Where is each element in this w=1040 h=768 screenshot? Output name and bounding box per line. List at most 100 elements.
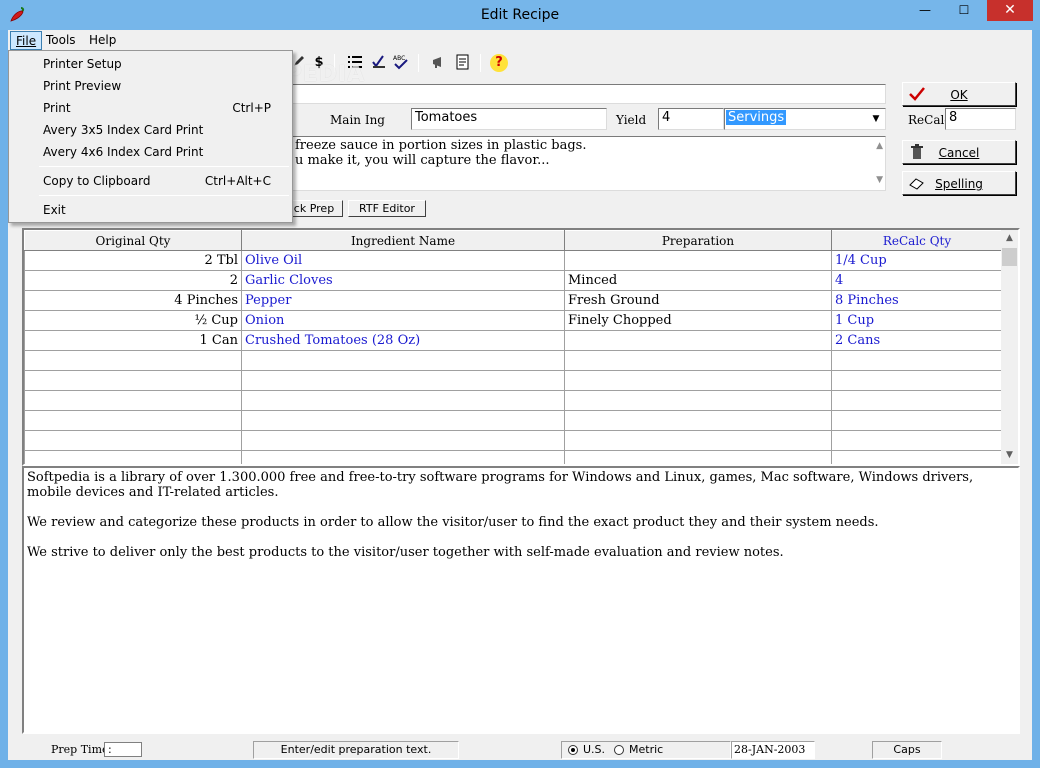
- cell-name[interactable]: [241, 430, 565, 451]
- quick-prep-button[interactable]: ck Prep: [285, 200, 343, 217]
- cell-prep[interactable]: Minced: [564, 270, 832, 291]
- menu-help[interactable]: Help: [84, 31, 121, 50]
- cell-prep[interactable]: [564, 350, 832, 371]
- menu-file[interactable]: File: [10, 31, 43, 50]
- cell-prep[interactable]: [564, 410, 832, 431]
- cell-prep[interactable]: Finely Chopped: [564, 310, 832, 331]
- cell-prep[interactable]: Fresh Ground: [564, 290, 832, 311]
- column-header-original-qty[interactable]: Original Qty: [24, 230, 242, 251]
- column-header-preparation[interactable]: Preparation: [564, 230, 832, 251]
- menu-item-avery-3x5[interactable]: Avery 3x5 Index Card Print: [10, 119, 291, 141]
- cancel-button[interactable]: Cancel: [902, 140, 1016, 164]
- table-row[interactable]: 2 Tbl Olive Oil 1/4 Cup: [24, 250, 1003, 271]
- table-row[interactable]: ½ Cup Onion Finely Chopped 1 Cup: [24, 310, 1003, 331]
- date-field[interactable]: 28-JAN-2003: [731, 741, 815, 759]
- menu-tools[interactable]: Tools: [41, 31, 81, 50]
- cell-name[interactable]: [241, 370, 565, 391]
- cell-name[interactable]: [241, 390, 565, 411]
- menu-item-avery-4x6[interactable]: Avery 4x6 Index Card Print: [10, 141, 291, 163]
- scroll-down-icon[interactable]: ▼: [1001, 447, 1018, 464]
- menu-item-exit[interactable]: Exit: [10, 199, 291, 221]
- table-row[interactable]: [24, 430, 1003, 451]
- spelling-button[interactable]: Spelling: [902, 171, 1016, 195]
- cell-recalc[interactable]: [831, 350, 1003, 371]
- column-header-recalc-qty[interactable]: ReCalc Qty: [831, 230, 1003, 251]
- cell-prep[interactable]: [564, 450, 832, 464]
- help-icon[interactable]: ?: [490, 54, 508, 72]
- cell-qty[interactable]: 2 Tbl: [24, 250, 242, 271]
- menu-item-print-preview[interactable]: Print Preview: [10, 75, 291, 97]
- metric-radio[interactable]: [614, 745, 624, 755]
- menu-item-print[interactable]: Print Ctrl+P: [10, 97, 291, 119]
- table-row[interactable]: 4 Pinches Pepper Fresh Ground 8 Pinches: [24, 290, 1003, 311]
- rtf-editor-button[interactable]: RTF Editor: [348, 200, 426, 217]
- cell-recalc[interactable]: 4: [831, 270, 1003, 291]
- cell-name[interactable]: [241, 350, 565, 371]
- main-ing-input[interactable]: Tomatoes: [411, 108, 607, 130]
- table-row[interactable]: [24, 410, 1003, 431]
- maximize-button[interactable]: ☐: [950, 0, 978, 21]
- grid-scrollbar[interactable]: ▲ ▼: [1001, 230, 1018, 464]
- recipe-title-input[interactable]: [291, 84, 886, 104]
- table-row[interactable]: 1 Can Crushed Tomatoes (28 Oz) 2 Cans: [24, 330, 1003, 351]
- cell-recalc[interactable]: 1 Cup: [831, 310, 1003, 331]
- cell-qty[interactable]: [24, 390, 242, 411]
- prep-time-input[interactable]: :: [104, 742, 142, 757]
- cell-qty[interactable]: [24, 430, 242, 451]
- cell-prep[interactable]: [564, 330, 832, 351]
- cell-recalc[interactable]: [831, 370, 1003, 391]
- cell-qty[interactable]: [24, 410, 242, 431]
- cell-qty[interactable]: [24, 350, 242, 371]
- table-row[interactable]: [24, 450, 1003, 464]
- cell-prep[interactable]: [564, 250, 832, 271]
- table-row[interactable]: [24, 350, 1003, 371]
- scroll-up-icon[interactable]: ▲: [1001, 230, 1018, 247]
- table-row[interactable]: [24, 370, 1003, 391]
- cell-name[interactable]: Crushed Tomatoes (28 Oz): [241, 330, 565, 351]
- cell-name[interactable]: Olive Oil: [241, 250, 565, 271]
- column-header-ingredient-name[interactable]: Ingredient Name: [241, 230, 565, 251]
- cell-recalc[interactable]: 8 Pinches: [831, 290, 1003, 311]
- cell-qty[interactable]: [24, 370, 242, 391]
- cell-qty[interactable]: 2: [24, 270, 242, 291]
- scroll-up-icon[interactable]: ▲: [876, 139, 883, 154]
- menu-item-printer-setup[interactable]: Printer Setup: [10, 53, 291, 75]
- us-radio[interactable]: [568, 745, 578, 755]
- cell-prep[interactable]: [564, 390, 832, 411]
- cell-recalc[interactable]: 2 Cans: [831, 330, 1003, 351]
- cell-prep[interactable]: [564, 430, 832, 451]
- scrollbar-thumb[interactable]: [1002, 248, 1017, 266]
- checklist-icon[interactable]: [370, 54, 388, 72]
- cell-name[interactable]: Onion: [241, 310, 565, 331]
- close-button[interactable]: ✕: [987, 0, 1033, 21]
- cell-name[interactable]: Pepper: [241, 290, 565, 311]
- cell-prep[interactable]: [564, 370, 832, 391]
- cell-qty[interactable]: 4 Pinches: [24, 290, 242, 311]
- megaphone-icon[interactable]: [430, 54, 448, 72]
- recalc-input[interactable]: 8: [945, 108, 1016, 130]
- cell-name[interactable]: Garlic Cloves: [241, 270, 565, 291]
- spellcheck-icon[interactable]: ABC: [392, 54, 410, 72]
- preparation-notes[interactable]: Softpedia is a library of over 1.300.000…: [22, 466, 1020, 734]
- table-row[interactable]: 2 Garlic Cloves Minced 4: [24, 270, 1003, 291]
- cell-qty[interactable]: ½ Cup: [24, 310, 242, 331]
- ingredients-grid[interactable]: Original Qty Ingredient Name Preparation…: [22, 228, 1020, 466]
- cell-recalc[interactable]: [831, 390, 1003, 411]
- document-icon[interactable]: [454, 54, 472, 72]
- cell-recalc[interactable]: 1/4 Cup: [831, 250, 1003, 271]
- yield-unit-select[interactable]: Servings ▼: [724, 108, 886, 130]
- chevron-down-icon[interactable]: ▼: [868, 110, 884, 128]
- table-row[interactable]: [24, 390, 1003, 411]
- title-bar[interactable]: Edit Recipe — ☐ ✕: [0, 0, 1040, 30]
- description-textarea[interactable]: freeze sauce in portion sizes in plastic…: [291, 136, 886, 191]
- ok-button[interactable]: OK: [902, 82, 1016, 106]
- cell-name[interactable]: [241, 450, 565, 464]
- cell-qty[interactable]: [24, 450, 242, 464]
- menu-item-copy-to-clipboard[interactable]: Copy to Clipboard Ctrl+Alt+C: [10, 170, 291, 192]
- scroll-down-icon[interactable]: ▼: [876, 173, 883, 188]
- cell-name[interactable]: [241, 410, 565, 431]
- minimize-button[interactable]: —: [911, 0, 939, 21]
- yield-input[interactable]: 4: [658, 108, 724, 130]
- cell-recalc[interactable]: [831, 430, 1003, 451]
- cell-recalc[interactable]: [831, 410, 1003, 431]
